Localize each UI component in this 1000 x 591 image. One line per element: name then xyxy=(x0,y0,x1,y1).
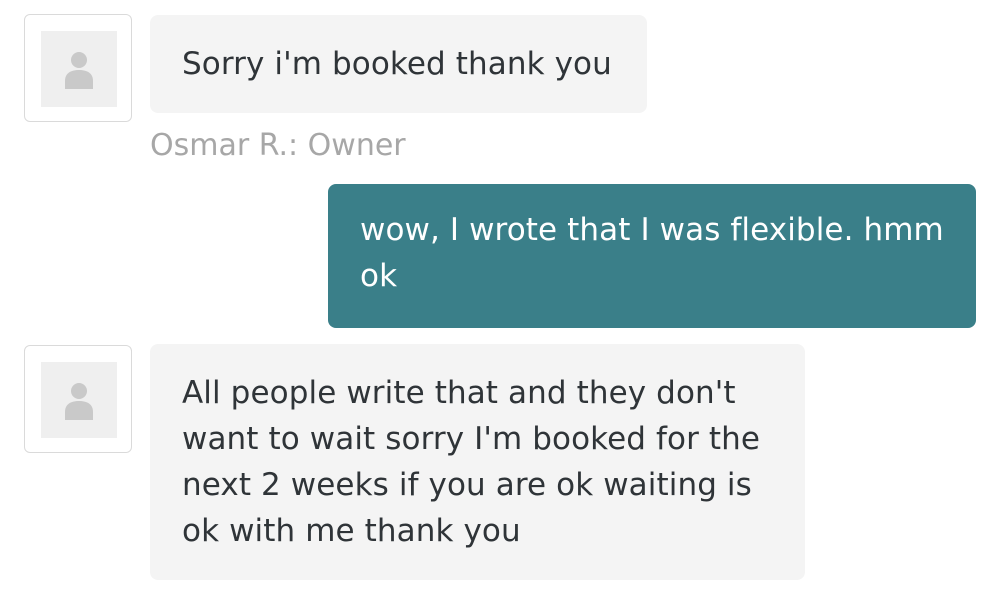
user-placeholder-icon xyxy=(65,383,93,420)
message-bubble-outgoing: wow, I wrote that I was flexible. hmm ok xyxy=(328,184,976,328)
user-placeholder-icon xyxy=(65,52,93,89)
avatar-placeholder xyxy=(41,362,117,438)
message-bubble-incoming: All people write that and they don't wan… xyxy=(150,344,805,580)
message-bubble-incoming: Sorry i'm booked thank you xyxy=(150,15,647,113)
chat-thread: Sorry i'm booked thank you Osmar R.: Own… xyxy=(0,0,1000,591)
sender-label: Osmar R.: Owner xyxy=(150,128,406,163)
owner-avatar[interactable] xyxy=(24,14,132,122)
avatar-placeholder xyxy=(41,31,117,107)
owner-avatar[interactable] xyxy=(24,345,132,453)
